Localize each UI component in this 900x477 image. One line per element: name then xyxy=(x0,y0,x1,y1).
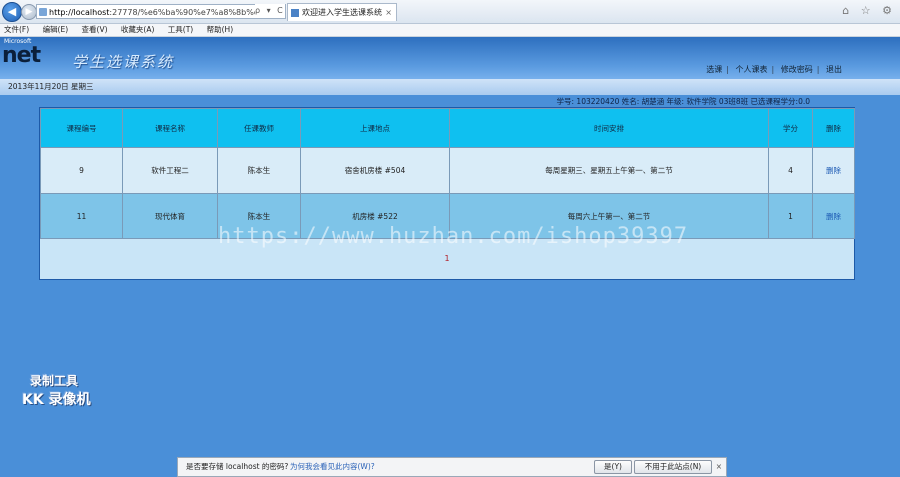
col-schedule: 时间安排 xyxy=(449,108,769,148)
cell-schedule: 每周星期三、星期五上午第一、第二节 xyxy=(449,147,769,194)
nav-link-change-password[interactable]: 修改密码 xyxy=(781,65,813,74)
tab-close-icon[interactable]: × xyxy=(385,4,392,22)
why-link[interactable]: 为何我会看见此内容(W)? xyxy=(290,458,375,476)
delete-link[interactable]: 删除 xyxy=(812,193,855,239)
save-password-question: 是否要存储 localhost 的密码? xyxy=(186,462,289,471)
tab-title: 欢迎进入学生选课系统 xyxy=(302,8,382,17)
toolbar-icons[interactable]: ⌂ ☆ ⚙ xyxy=(842,4,896,17)
nav-link-schedule[interactable]: 个人课表 xyxy=(736,65,768,74)
site-logo: net xyxy=(2,43,41,68)
address-controls[interactable]: ρ ▾ C xyxy=(255,4,285,17)
cell-course-name: 现代体育 xyxy=(122,193,218,239)
col-course-name: 课程名称 xyxy=(122,108,218,148)
recorder-logo: 录制工具 KK 录像机 xyxy=(22,372,91,409)
never-for-site-button[interactable]: 不用于此站点(N) xyxy=(634,460,712,474)
cell-credit: 1 xyxy=(768,193,813,239)
menu-view[interactable]: 查看(V) xyxy=(82,25,108,34)
address-bar[interactable]: http://localhost:27778/%e6%ba%90%e7%a8%8… xyxy=(36,4,286,19)
cell-location: 宿舍机房楼 #504 xyxy=(300,147,450,194)
back-arrow-icon[interactable]: ◀ xyxy=(2,2,22,22)
student-info: 学号: 103220420 姓名: 胡楚涵 年级: 软件学院 03班8班 已选课… xyxy=(556,97,810,106)
course-table: 课程编号 课程名称 任课教师 上课地点 时间安排 学分 删除 9 软件工程二 陈… xyxy=(40,108,855,239)
page-favicon-icon xyxy=(39,8,47,16)
save-password-bar: 是否要存储 localhost 的密码? 为何我会看见此内容(W)? 是(Y) … xyxy=(177,457,727,477)
url-host: http://localhost xyxy=(49,8,110,17)
recorder-logo-line1: 录制工具 xyxy=(30,374,79,388)
menu-file[interactable]: 文件(F) xyxy=(4,25,29,34)
tab-favicon-icon xyxy=(291,9,299,17)
cell-credit: 4 xyxy=(768,147,813,194)
date-bar: 2013年11月20日 星期三 xyxy=(0,79,900,95)
col-course-id: 课程编号 xyxy=(40,108,123,148)
menu-bar: 文件(F) 编辑(E) 查看(V) 收藏夹(A) 工具(T) 帮助(H) xyxy=(0,24,900,37)
cell-course-id: 11 xyxy=(40,193,123,239)
recorder-logo-line2: KK 录像机 xyxy=(22,392,91,408)
page-link[interactable]: 1 xyxy=(444,254,449,263)
col-credit: 学分 xyxy=(768,108,813,148)
nav-link-select-course[interactable]: 选课 xyxy=(706,65,722,74)
menu-tools[interactable]: 工具(T) xyxy=(168,25,193,34)
delete-link[interactable]: 删除 xyxy=(812,147,855,194)
site-header: Microsoft net 学生选课系统 选课 | 个人课表 | 修改密码 | 退出 xyxy=(0,37,900,79)
nav-link-logout[interactable]: 退出 xyxy=(826,65,842,74)
table-row: 9 软件工程二 陈本生 宿舍机房楼 #504 每周星期三、星期五上午第一、第二节… xyxy=(40,147,855,194)
site-title: 学生选课系统 xyxy=(72,53,175,71)
browser-toolbar: ◀ ▶ http://localhost:27778/%e6%ba%90%e7%… xyxy=(0,0,900,24)
forward-arrow-icon[interactable]: ▶ xyxy=(21,4,37,20)
current-date: 2013年11月20日 星期三 xyxy=(8,82,94,91)
browser-tab[interactable]: 欢迎进入学生选课系统 × xyxy=(287,3,397,21)
course-table-panel: 课程编号 课程名称 任课教师 上课地点 时间安排 学分 删除 9 软件工程二 陈… xyxy=(39,107,855,280)
col-location: 上课地点 xyxy=(300,108,450,148)
col-teacher: 任课教师 xyxy=(217,108,301,148)
cell-course-id: 9 xyxy=(40,147,123,194)
close-icon[interactable]: × xyxy=(716,458,722,476)
menu-help[interactable]: 帮助(H) xyxy=(207,25,234,34)
cell-teacher: 陈本生 xyxy=(217,147,301,194)
table-header-row: 课程编号 课程名称 任课教师 上课地点 时间安排 学分 删除 xyxy=(40,108,855,148)
save-password-yes-button[interactable]: 是(Y) xyxy=(594,460,632,474)
menu-edit[interactable]: 编辑(E) xyxy=(43,25,69,34)
top-nav-links: 选课 | 个人课表 | 修改密码 | 退出 xyxy=(706,65,842,74)
cell-course-name: 软件工程二 xyxy=(122,147,218,194)
menu-favorites[interactable]: 收藏夹(A) xyxy=(121,25,154,34)
col-delete: 删除 xyxy=(812,108,855,148)
watermark-text: https://www.huzhan.com/ishop39397 xyxy=(218,224,689,249)
